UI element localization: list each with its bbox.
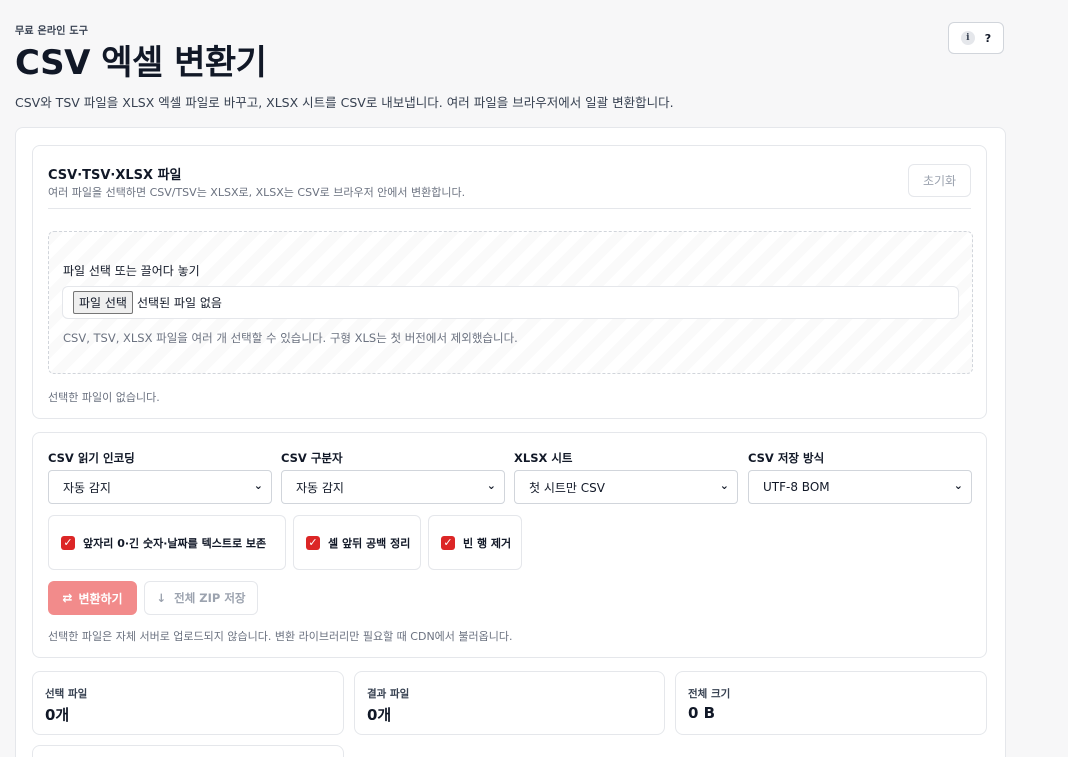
reset-button[interactable]: 초기화 xyxy=(908,164,971,197)
stat-card-partial xyxy=(32,745,344,757)
choose-file-button[interactable]: 파일 선택 xyxy=(73,291,133,314)
file-panel: CSV·TSV·XLSX 파일 여러 파일을 선택하면 CSV/TSV는 XLS… xyxy=(32,145,987,419)
page-title: CSV 엑셀 변환기 xyxy=(15,43,267,83)
chevron-down-icon: ⌄ xyxy=(253,479,263,492)
save-mode-select[interactable]: UTF-8 BOM ⌄ xyxy=(748,470,972,504)
save-mode-value: UTF-8 BOM xyxy=(763,480,830,494)
file-input[interactable]: 파일 선택 선택된 파일 없음 xyxy=(62,286,959,319)
no-file-text: 선택된 파일 없음 xyxy=(136,296,222,310)
encoding-select[interactable]: 자동 감지 ⌄ xyxy=(48,470,272,504)
checkbox-checked-icon[interactable]: ✓ xyxy=(61,535,75,550)
help-controls: i ? xyxy=(948,22,1004,54)
preserve-text-checkbox[interactable]: ✓ 앞자리 0·긴 숫자·날짜를 텍스트로 보존 xyxy=(48,515,286,570)
zip-label: 전체 ZIP 저장 xyxy=(174,591,246,605)
sheet-label: XLSX 시트 xyxy=(514,451,573,465)
chevron-down-icon: ⌄ xyxy=(719,479,729,492)
sheet-value: 첫 시트만 CSV xyxy=(529,480,605,495)
stat-card-result-files: 결과 파일 0개 xyxy=(354,671,665,735)
checkbox-label: 빈 행 제거 xyxy=(463,536,512,550)
stat-card-total-size: 전체 크기 0 B xyxy=(675,671,987,735)
stat-card-selected-files: 선택 파일 0개 xyxy=(32,671,344,735)
file-panel-description: 여러 파일을 선택하면 CSV/TSV는 XLSX로, XLSX는 CSV로 브… xyxy=(48,186,466,199)
trim-whitespace-checkbox[interactable]: ✓ 셀 앞뒤 공백 정리 xyxy=(293,515,421,570)
page-header: 무료 온라인 도구 CSV 엑셀 변환기 CSV와 TSV 파일을 XLSX 엑… xyxy=(15,22,1005,111)
convert-button[interactable]: ⇄ 변환하기 xyxy=(48,581,137,615)
file-status: 선택한 파일이 없습니다. xyxy=(48,391,160,404)
page-subtitle: CSV와 TSV 파일을 XLSX 엑셀 파일로 바꾸고, XLSX 시트를 C… xyxy=(15,95,674,111)
delimiter-value: 자동 감지 xyxy=(296,480,344,495)
divider xyxy=(48,208,971,209)
delimiter-select[interactable]: 자동 감지 ⌄ xyxy=(281,470,505,504)
swap-icon: ⇄ xyxy=(62,591,73,605)
stat-label: 전체 크기 xyxy=(688,688,731,700)
stat-value: 0개 xyxy=(367,706,392,724)
checkbox-checked-icon[interactable]: ✓ xyxy=(441,535,455,550)
zip-download-button[interactable]: ↓ 전체 ZIP 저장 xyxy=(144,581,258,615)
question-icon[interactable]: ? xyxy=(985,32,991,45)
chevron-down-icon: ⌄ xyxy=(953,479,963,492)
eyebrow-label: 무료 온라인 도구 xyxy=(15,26,89,37)
dropzone-label: 파일 선택 또는 끌어다 놓기 xyxy=(63,264,200,278)
encoding-value: 자동 감지 xyxy=(63,480,111,495)
arrow-down-icon: ↓ xyxy=(156,591,167,605)
stat-label: 결과 파일 xyxy=(367,688,410,700)
chevron-down-icon: ⌄ xyxy=(486,479,496,492)
dropzone-hint: CSV, TSV, XLSX 파일을 여러 개 선택할 수 있습니다. 구형 X… xyxy=(63,331,518,345)
checkbox-checked-icon[interactable]: ✓ xyxy=(306,535,320,550)
stat-value: 0 B xyxy=(688,704,716,722)
checkbox-label: 앞자리 0·긴 숫자·날짜를 텍스트로 보존 xyxy=(83,536,267,550)
file-panel-title: CSV·TSV·XLSX 파일 xyxy=(48,168,182,183)
sheet-select[interactable]: 첫 시트만 CSV ⌄ xyxy=(514,470,738,504)
file-dropzone[interactable]: 파일 선택 또는 끌어다 놓기 파일 선택 선택된 파일 없음 CSV, TSV… xyxy=(48,231,973,374)
remove-empty-rows-checkbox[interactable]: ✓ 빈 행 제거 xyxy=(428,515,522,570)
save-mode-label: CSV 저장 방식 xyxy=(748,451,825,465)
stat-value: 0개 xyxy=(45,706,70,724)
options-panel: CSV 읽기 인코딩 자동 감지 ⌄ CSV 구분자 자동 감지 ⌄ XLSX … xyxy=(32,432,987,658)
convert-label: 변환하기 xyxy=(78,591,123,606)
stat-label: 선택 파일 xyxy=(45,688,88,700)
delimiter-label: CSV 구분자 xyxy=(281,451,343,465)
privacy-note: 선택한 파일은 자체 서버로 업로드되지 않습니다. 변환 라이브러리만 필요할… xyxy=(48,630,513,643)
encoding-label: CSV 읽기 인코딩 xyxy=(48,451,135,465)
checkbox-label: 셀 앞뒤 공백 정리 xyxy=(328,536,411,550)
info-icon[interactable]: i xyxy=(960,31,975,45)
